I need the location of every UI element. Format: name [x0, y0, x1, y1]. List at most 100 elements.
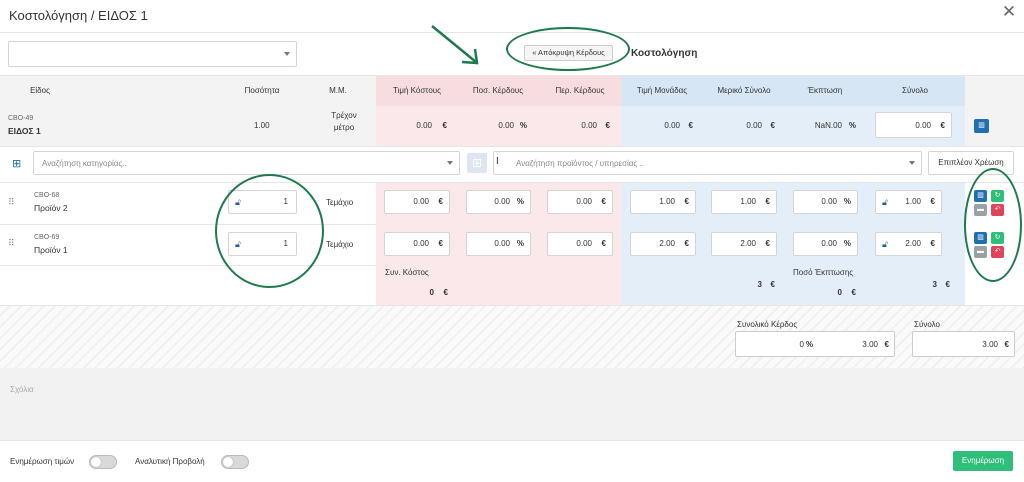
cost-input[interactable]: 0.00 €	[384, 190, 450, 214]
total-cost-value: 0	[429, 288, 434, 297]
product-search[interactable]: Αναζήτηση προϊόντος / υπηρεσίας ..	[493, 151, 922, 175]
comment-icon[interactable]: ▬	[974, 246, 987, 258]
euro-sign: €	[930, 239, 935, 248]
unlock-icon[interactable]: 🔓︎	[235, 239, 241, 250]
category-search-placeholder: Αναζήτηση κατηγορίας..	[42, 159, 127, 168]
discount-value: 0.00	[821, 239, 837, 248]
percent-sign: %	[516, 239, 524, 248]
grand-total-label: Σύνολο	[914, 320, 940, 329]
refresh-icon[interactable]: ↻	[991, 190, 1004, 202]
comments-area[interactable]: Σχόλια	[0, 368, 1024, 440]
total-input[interactable]: 🔓︎ 1.00 €	[875, 190, 942, 214]
unlock-icon[interactable]: 🔓︎	[882, 239, 888, 250]
undo-icon[interactable]: ↶	[991, 204, 1004, 216]
annotation-ring	[964, 168, 1022, 282]
item-select[interactable]	[8, 41, 297, 67]
quantity-input[interactable]: 🔓︎ 1	[228, 232, 297, 256]
profit-pct-input[interactable]: 0.00 %	[466, 232, 531, 256]
divider	[0, 224, 376, 225]
profit-pct-input[interactable]: 0.00 %	[466, 190, 531, 214]
unit-price-input[interactable]: 1.00 €	[630, 190, 696, 214]
main-item-unit-line2: μέτρο	[333, 123, 355, 132]
chevron-down-icon	[284, 52, 290, 56]
annotation-arrow	[431, 25, 479, 65]
chart-icon[interactable]: ▥	[974, 232, 987, 244]
col-unit-price: Τιμή Μονάδας	[636, 86, 688, 95]
hierarchy-icon[interactable]: ⊞	[12, 157, 21, 170]
euro-sign: €	[601, 239, 606, 248]
main-item-subtotal: 0.00	[746, 121, 762, 130]
euro-sign: €	[945, 280, 950, 289]
total-value: 1.00	[905, 197, 921, 206]
main-item-discount: NaN.00	[814, 121, 842, 130]
euro-sign: €	[438, 239, 443, 248]
euro-sign: €	[605, 121, 610, 130]
subtotal-input[interactable]: 2.00 €	[711, 232, 777, 256]
total-profit-pct: 0	[799, 340, 804, 349]
col-total: Σύνολο	[902, 86, 928, 95]
main-item-bg	[0, 106, 376, 146]
euro-sign: €	[443, 288, 448, 297]
comment-icon[interactable]: ▬	[974, 204, 987, 216]
col-cost-price: Τιμή Κόστους	[393, 86, 441, 95]
euro-sign: €	[851, 288, 856, 297]
drag-handle-icon[interactable]: ⠿	[8, 197, 15, 208]
euro-sign: €	[684, 239, 689, 248]
add-category-icon[interactable]: ⊞	[467, 153, 487, 173]
margin-value: 0.00	[576, 239, 592, 248]
euro-sign: €	[940, 121, 945, 130]
cost-value: 0.00	[413, 197, 429, 206]
euro-sign: €	[770, 121, 775, 130]
row-unit: Τεμάχιο	[326, 198, 354, 207]
category-search[interactable]: Αναζήτηση κατηγορίας..	[33, 151, 460, 175]
undo-icon[interactable]: ↶	[991, 246, 1004, 258]
discount-input[interactable]: 0.00 %	[793, 190, 858, 214]
unlock-icon[interactable]: 🔓︎	[882, 197, 888, 208]
hide-profit-button[interactable]: « Απόκρυψη Κέρδους	[524, 45, 613, 61]
unit-price-input[interactable]: 2.00 €	[630, 232, 696, 256]
detailed-view-toggle[interactable]	[221, 455, 249, 469]
unlock-icon[interactable]: 🔓︎	[235, 197, 241, 208]
total-input[interactable]: 🔓︎ 2.00 €	[875, 232, 942, 256]
extra-charge-button[interactable]: Επιπλέον Χρέωση	[928, 151, 1014, 175]
percent-sign: %	[848, 121, 856, 130]
col-subtotal: Μερικό Σύνολο	[717, 86, 771, 95]
euro-sign: €	[684, 197, 689, 206]
discount-input[interactable]: 0.00 %	[793, 232, 858, 256]
close-icon[interactable]: ✕	[1000, 3, 1018, 21]
divider	[0, 440, 1024, 441]
drag-handle-icon[interactable]: ⠿	[8, 238, 15, 249]
cost-value: 0.00	[413, 239, 429, 248]
euro-sign: €	[884, 340, 889, 349]
unit-price-value: 1.00	[659, 197, 675, 206]
total-profit-input[interactable]: 0 % 3.00 €	[735, 331, 895, 357]
chart-icon[interactable]: ▥	[974, 190, 987, 202]
main-item-total-input[interactable]: 0.00 €	[875, 112, 952, 138]
quantity-value: 1	[283, 197, 288, 206]
total-value: 2.00	[905, 239, 921, 248]
refresh-icon[interactable]: ↻	[991, 232, 1004, 244]
total-profit-value: 3.00	[862, 340, 878, 349]
margin-value: 0.00	[576, 197, 592, 206]
col-profit-pct: Ποσ. Κέρδους	[472, 86, 524, 95]
subtotal-input[interactable]: 1.00 €	[711, 190, 777, 214]
divider	[0, 32, 1024, 33]
main-item-unit-line1: Τρέχον	[331, 111, 357, 120]
margin-input[interactable]: 0.00 €	[547, 232, 613, 256]
grand-total-input[interactable]: 3.00 €	[912, 331, 1015, 357]
chart-icon[interactable]: ▥	[974, 119, 989, 133]
unit-price-value: 2.00	[659, 239, 675, 248]
cost-input[interactable]: 0.00 €	[384, 232, 450, 256]
divider	[0, 182, 1024, 183]
profit-pct-value: 0.00	[494, 239, 510, 248]
main-item-margin: 0.00	[581, 121, 597, 130]
euro-sign: €	[601, 197, 606, 206]
row-name: Προϊόν 1	[34, 245, 68, 255]
col-discount: Έκπτωση	[807, 86, 843, 95]
divider	[0, 146, 1024, 147]
update-prices-toggle[interactable]	[89, 455, 117, 469]
percent-sign: %	[519, 121, 527, 130]
margin-input[interactable]: 0.00 €	[547, 190, 613, 214]
update-button[interactable]: Ενημέρωση	[953, 451, 1013, 471]
quantity-input[interactable]: 🔓︎ 1	[228, 190, 297, 214]
